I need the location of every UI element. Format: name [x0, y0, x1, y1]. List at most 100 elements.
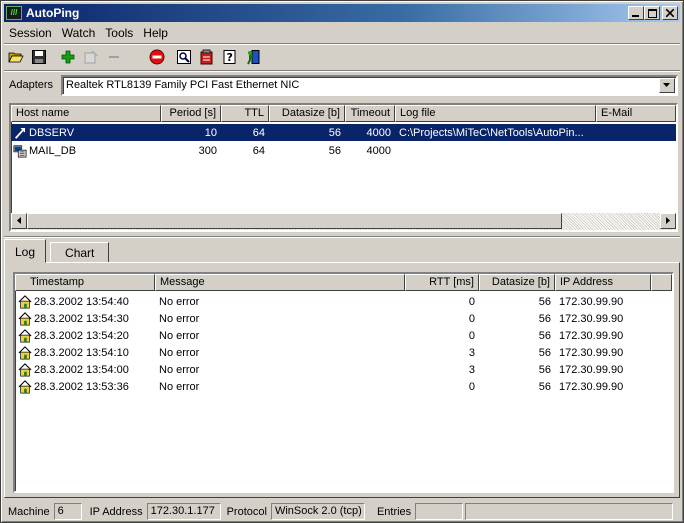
col-host-name[interactable]: Host name — [11, 105, 161, 122]
status-bar: Machine 6 IP Address 172.30.1.177 Protoc… — [4, 502, 680, 521]
log-timestamp: 28.3.2002 13:53:36 — [34, 380, 129, 393]
scroll-right-button[interactable] — [660, 213, 676, 229]
host-name: DBSERV — [29, 126, 75, 139]
log-rtt: 3 — [468, 346, 475, 359]
hosts-horizontal-scrollbar[interactable] — [11, 213, 676, 230]
col-email[interactable]: E-Mail — [596, 105, 676, 122]
close-button[interactable] — [662, 6, 678, 20]
stop-button[interactable] — [145, 46, 168, 68]
col-message[interactable]: Message — [155, 274, 405, 291]
adapter-select[interactable]: Realtek RTL8139 Family PCI Fast Ethernet… — [61, 75, 678, 96]
log-rtt: 0 — [468, 380, 475, 393]
svg-text:?: ? — [226, 51, 232, 64]
col-ttl[interactable]: TTL — [221, 105, 269, 122]
log-row[interactable]: 28.3.2002 13:53:36 No error 0 56 172.30.99.9… — [15, 378, 655, 395]
stop-icon — [149, 49, 164, 65]
remove-host-icon — [108, 56, 119, 58]
hosts-header: Host name Period [s] TTL Datasize [b] Ti… — [11, 105, 676, 122]
host-timeout: 4000 — [366, 144, 391, 157]
properties-button[interactable] — [195, 46, 218, 68]
remove-host-button[interactable] — [102, 46, 125, 68]
log-ip: 172.30.99.90 — [559, 312, 624, 325]
col-rtt[interactable]: RTT [ms] — [405, 274, 479, 291]
log-timestamp: 28.3.2002 13:54:20 — [34, 329, 129, 342]
add-host-button[interactable] — [56, 46, 79, 68]
log-rtt: 0 — [468, 295, 475, 308]
open-button[interactable] — [4, 46, 27, 68]
protocol-label: Protocol — [226, 505, 267, 518]
scroll-thumb[interactable] — [27, 213, 562, 229]
machine-value: 6 — [53, 503, 82, 520]
log-datasize: 56 — [538, 312, 551, 325]
col-filler — [651, 274, 672, 291]
menu-help[interactable]: Help — [138, 26, 173, 40]
home-icon — [18, 311, 32, 325]
exit-icon — [246, 50, 259, 65]
ip-address-label: IP Address — [89, 505, 143, 518]
find-button[interactable] — [172, 46, 195, 68]
home-icon — [18, 362, 32, 376]
menu-tools[interactable]: Tools — [100, 26, 138, 40]
host-row[interactable]: DBSERV 10 64 56 4000 C:\Projects\MiTeC\N… — [11, 124, 676, 141]
log-row[interactable]: 28.3.2002 13:54:00 No error 3 56 172.30.99.9… — [15, 361, 655, 378]
col-log-datasize[interactable]: Datasize [b] — [479, 274, 555, 291]
autoping-window: /// AutoPing Session Watch Tools Help ? … — [0, 0, 684, 523]
adapter-select-value: Realtek RTL8139 Family PCI Fast Ethernet… — [66, 79, 300, 91]
log-message: No error — [159, 380, 200, 393]
log-datasize: 56 — [538, 329, 551, 342]
col-log-file[interactable]: Log file — [395, 105, 596, 122]
log-rtt: 0 — [468, 312, 475, 325]
chevron-left-icon — [16, 217, 21, 224]
log-timestamp: 28.3.2002 13:54:00 — [34, 363, 129, 376]
col-timeout[interactable]: Timeout — [345, 105, 395, 122]
log-row[interactable]: 28.3.2002 13:54:30 No error 0 56 172.30.99.9… — [15, 310, 655, 327]
open-folder-icon — [7, 52, 24, 63]
host-ttl: 64 — [252, 144, 265, 157]
adapter-dropdown-button[interactable] — [659, 78, 675, 93]
tab-log[interactable]: Log — [4, 239, 47, 263]
server-icon — [13, 144, 27, 157]
host-ttl: 64 — [252, 126, 265, 139]
maximize-button[interactable] — [644, 6, 660, 20]
minimize-icon — [632, 15, 639, 17]
edit-host-button[interactable] — [79, 46, 102, 68]
log-ip: 172.30.99.90 — [559, 295, 624, 308]
home-icon — [18, 328, 32, 342]
chevron-down-icon — [663, 83, 670, 87]
log-row[interactable]: 28.3.2002 13:54:10 No error 3 56 172.30.99.9… — [15, 344, 655, 361]
log-ip: 172.30.99.90 — [559, 380, 624, 393]
log-row[interactable]: 28.3.2002 13:54:40 No error 0 56 172.30.99.9… — [15, 293, 655, 310]
log-datasize: 56 — [538, 346, 551, 359]
col-timestamp[interactable]: Timestamp — [15, 274, 155, 291]
window-title: AutoPing — [26, 6, 80, 20]
maximize-icon — [647, 8, 657, 18]
col-datasize[interactable]: Datasize [b] — [269, 105, 345, 122]
splitter[interactable] — [4, 236, 680, 238]
toolbar-separator — [4, 70, 680, 72]
machine-label: Machine — [8, 505, 50, 518]
log-list[interactable]: Timestamp Message RTT [ms] Datasize [b] … — [13, 272, 674, 493]
host-row[interactable]: MAIL_DB 300 64 56 4000 — [11, 142, 676, 159]
home-icon — [18, 294, 32, 308]
tab-chart[interactable]: Chart — [50, 242, 110, 263]
log-message: No error — [159, 312, 200, 325]
save-button[interactable] — [27, 46, 50, 68]
title-bar[interactable]: /// AutoPing — [4, 4, 680, 22]
menu-session[interactable]: Session — [4, 26, 57, 40]
help-button[interactable]: ? — [218, 46, 241, 68]
scroll-left-button[interactable] — [11, 213, 27, 229]
host-logfile: C:\Projects\MiTeC\NetTools\AutoPin... — [399, 126, 584, 139]
minimize-button[interactable] — [628, 6, 644, 20]
host-name: MAIL_DB — [29, 144, 77, 157]
home-icon — [18, 345, 32, 359]
save-icon — [31, 50, 46, 64]
exit-button[interactable] — [241, 46, 264, 68]
log-message: No error — [159, 329, 200, 342]
menu-watch[interactable]: Watch — [57, 26, 101, 40]
host-timeout: 4000 — [366, 126, 391, 139]
hosts-list[interactable]: Host name Period [s] TTL Datasize [b] Ti… — [9, 103, 678, 232]
col-ip-address[interactable]: IP Address — [555, 274, 651, 291]
log-timestamp: 28.3.2002 13:54:40 — [34, 295, 129, 308]
log-row[interactable]: 28.3.2002 13:54:20 No error 0 56 172.30.99.9… — [15, 327, 655, 344]
col-period[interactable]: Period [s] — [161, 105, 221, 122]
